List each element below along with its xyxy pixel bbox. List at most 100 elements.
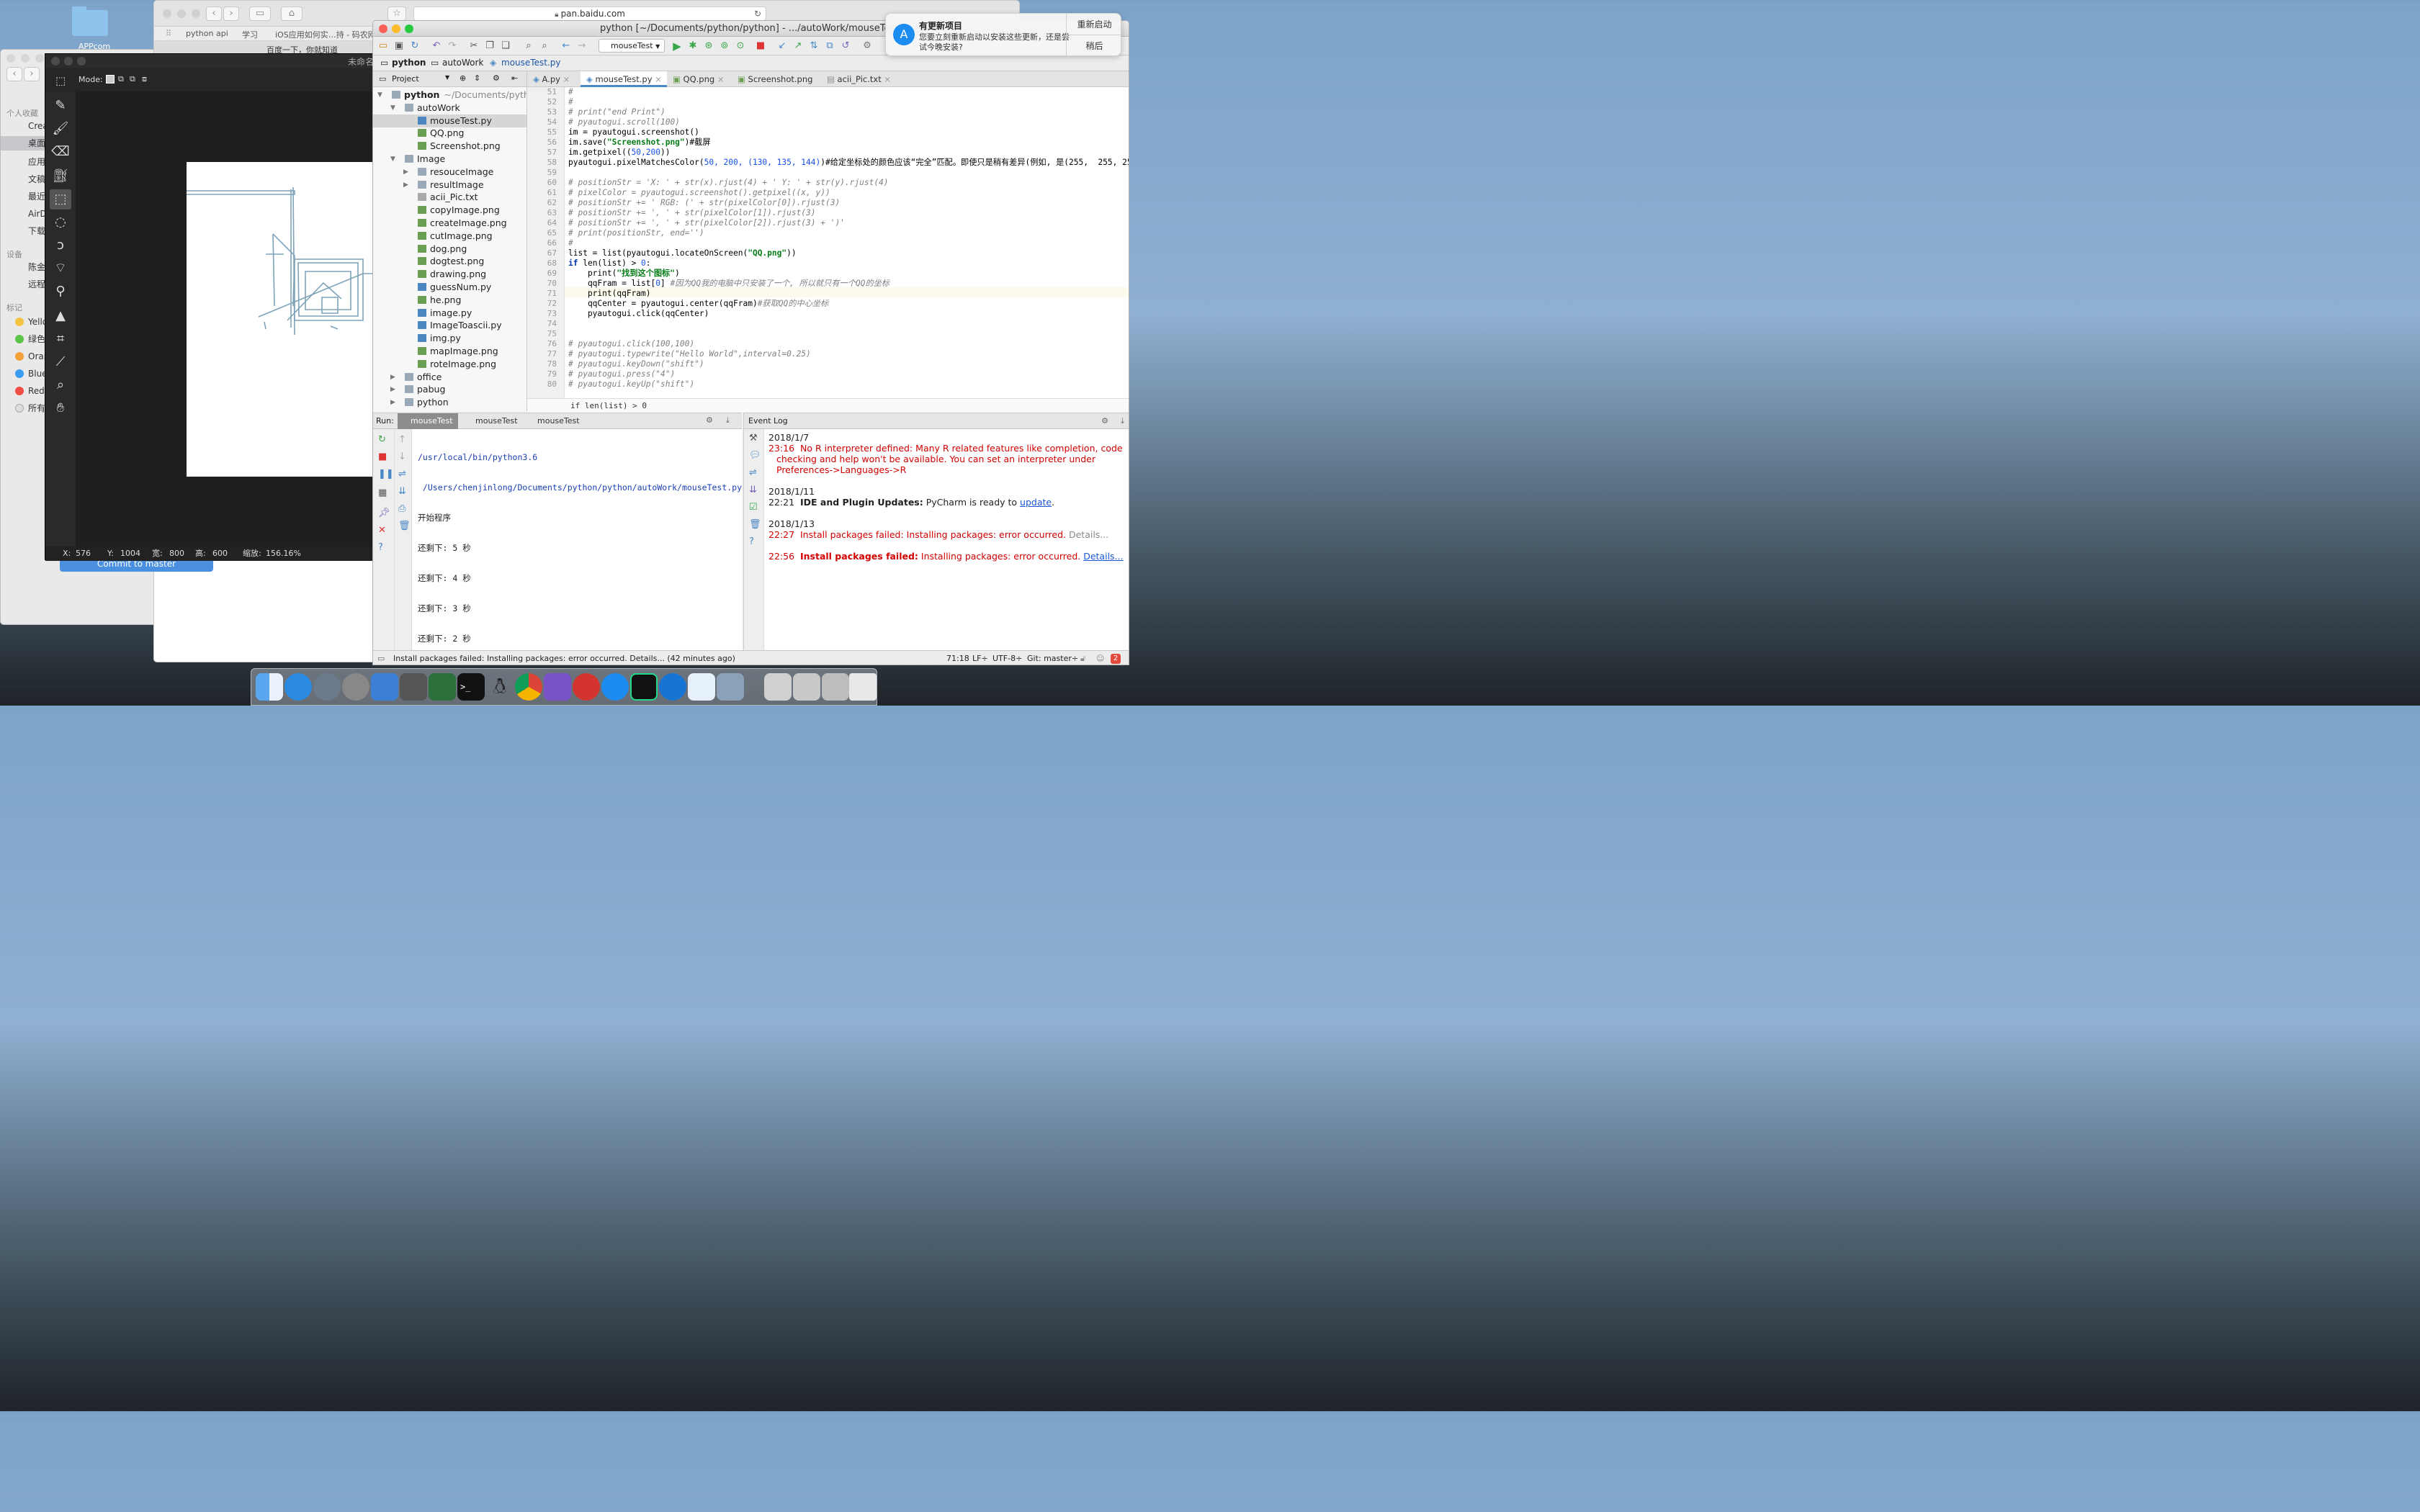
paint-zoom-button[interactable] xyxy=(77,57,86,66)
inspector-icon[interactable]: ☺ xyxy=(1096,651,1104,665)
finder-forward-button[interactable]: › xyxy=(24,67,40,81)
sidebar-toggle-icon[interactable]: ▭ xyxy=(249,6,271,21)
cut-icon[interactable]: ✂ xyxy=(468,40,480,52)
sidebar-tag-5[interactable]: 所有 xyxy=(12,401,45,415)
replace-icon[interactable]: ⌕ xyxy=(539,40,550,52)
browser-close-button[interactable] xyxy=(163,9,171,18)
paint-close-button[interactable] xyxy=(51,57,60,66)
nav-crumb-0[interactable]: python xyxy=(392,58,426,68)
rect-select-icon[interactable]: ⬚ xyxy=(50,189,71,210)
mode-replace-icon[interactable] xyxy=(106,75,115,84)
vcs-compare-icon[interactable]: ⇅ xyxy=(808,40,820,52)
concurrency-icon[interactable]: ⊙ xyxy=(735,40,746,52)
browser-forward-button[interactable]: › xyxy=(223,6,239,21)
paint-minimize-button[interactable] xyxy=(64,57,73,66)
code-breadcrumb[interactable]: if len(list) > 0 xyxy=(527,398,1129,413)
bookmark-2[interactable]: iOS应用如何实…持 - 码农网 xyxy=(275,29,376,40)
tree-item[interactable]: image.py xyxy=(418,307,472,320)
app-icon-red[interactable] xyxy=(573,673,600,701)
tab-screenshot-png[interactable]: ▣ Screenshot.png × xyxy=(732,71,821,100)
sidebar-item-docs[interactable]: 文稿 xyxy=(12,172,45,186)
tree-item[interactable]: acii_Pic.txt xyxy=(418,191,478,204)
code-editor[interactable]: # # # print("end Print") # pyautogui.scr… xyxy=(565,87,1129,398)
open-icon[interactable]: ▭ xyxy=(377,40,389,52)
expand-arrow-right-icon[interactable]: ▶ xyxy=(390,396,395,409)
home-icon[interactable]: ⌂ xyxy=(281,6,302,21)
downloads-stack-icon[interactable] xyxy=(793,673,820,701)
stop-icon[interactable]: ■ xyxy=(755,40,766,52)
find-icon[interactable]: ⌕ xyxy=(523,40,534,52)
terminal-icon[interactable]: >_ xyxy=(457,673,485,701)
finder-zoom-button[interactable] xyxy=(35,54,44,63)
hide-icon[interactable]: ⇤ xyxy=(511,73,518,83)
sidebar-item-apps[interactable]: 应用 xyxy=(12,155,45,169)
tree-item[interactable]: img.py xyxy=(418,332,461,345)
tree-item[interactable]: dogtest.png xyxy=(418,255,484,268)
expand-arrow-right-icon[interactable]: ▶ xyxy=(390,371,395,384)
tree-item[interactable]: dog.png xyxy=(418,243,467,256)
tree-item[interactable]: Image xyxy=(405,153,445,166)
feedback-icon[interactable] xyxy=(688,673,715,701)
help-icon[interactable]: ? xyxy=(749,537,754,547)
close-icon[interactable]: × xyxy=(655,74,662,84)
tab-mousetest-py[interactable]: ◈ mouseTest.py × xyxy=(581,71,667,87)
tree-item[interactable]: resultImage xyxy=(418,179,484,192)
run-config-select[interactable]: mouseTest ▼ xyxy=(599,39,665,53)
sidebar-item-airdrop[interactable]: AirD xyxy=(12,207,47,221)
chevron-down-icon[interactable]: ▼ xyxy=(445,74,449,81)
expand-arrow-right-icon[interactable]: ▶ xyxy=(390,409,395,411)
chrome-icon[interactable] xyxy=(515,673,542,701)
tree-item[interactable]: pabug xyxy=(405,383,445,396)
finder-minimize-button[interactable] xyxy=(21,54,30,63)
pin-icon[interactable]: 📌︎ xyxy=(378,508,390,518)
up-icon[interactable]: ↑ xyxy=(398,435,406,445)
details-link-gray[interactable]: Details... xyxy=(1066,529,1108,540)
cursor-position[interactable]: 71:18 xyxy=(946,651,969,665)
tree-item[interactable]: autoWork xyxy=(405,102,460,114)
pencil-icon[interactable]: ✎ xyxy=(50,96,71,116)
paste-icon[interactable]: ❑ xyxy=(500,40,511,52)
gear-icon[interactable]: ⚙ xyxy=(493,73,500,83)
bookmark-1[interactable]: 学习 xyxy=(242,29,258,40)
collapse-icon[interactable]: ⇕ xyxy=(474,73,480,83)
desktop-folder-icon[interactable] xyxy=(72,6,108,36)
tree-item[interactable]: cutImage.png xyxy=(418,230,493,243)
save-icon[interactable]: ▣ xyxy=(393,40,405,52)
hide-panel-icon[interactable]: ⤓ xyxy=(1121,413,1124,429)
crop-icon[interactable]: ⌗ xyxy=(50,329,71,349)
sidebar-tag-3[interactable]: Blue xyxy=(12,366,48,381)
run-tab-1[interactable]: mouseTest xyxy=(462,413,523,429)
tree-item[interactable]: python ~/Documents/python/ xyxy=(392,89,526,102)
tree-item[interactable]: guessNum.py xyxy=(418,281,491,294)
tree-item[interactable]: copyImage.png xyxy=(418,204,500,217)
line-separator[interactable]: LF÷ xyxy=(972,651,988,665)
restart-button[interactable]: 重新启动 xyxy=(1067,14,1122,35)
url-bar[interactable]: 🔒︎ pan.baidu.com ↻ xyxy=(413,6,766,21)
sync-icon[interactable]: ↻ xyxy=(409,40,421,52)
file-encoding[interactable]: UTF-8÷ xyxy=(992,651,1022,665)
expand-arrow-down-icon[interactable]: ▼ xyxy=(377,89,382,102)
vcs-history-icon[interactable]: ⧉ xyxy=(824,40,835,52)
tree-item[interactable]: createImage.png xyxy=(418,217,507,230)
balloon-icon[interactable]: 💬︎ xyxy=(749,451,761,461)
hand-icon[interactable]: ✋︎ xyxy=(50,398,71,418)
bookmark-0[interactable]: python api xyxy=(186,29,228,38)
close-icon[interactable]: × xyxy=(717,74,725,84)
project-label[interactable]: Project xyxy=(392,74,419,84)
profile-icon[interactable]: ⊚ xyxy=(719,40,730,52)
tree-item[interactable]: office xyxy=(405,371,442,384)
ide-zoom-button[interactable] xyxy=(405,24,413,33)
close-icon[interactable]: ✕ xyxy=(378,526,386,536)
eraser-icon[interactable]: ⌫ xyxy=(50,142,71,162)
mark-read-icon[interactable]: ☑ xyxy=(749,503,758,513)
brush-icon[interactable]: 🖌︎ xyxy=(50,119,71,139)
eyedropper-icon[interactable]: ⟋ xyxy=(50,352,71,372)
sidebar-tag-1[interactable]: 绿色 xyxy=(12,332,45,346)
rerun-icon[interactable]: ↻ xyxy=(378,435,386,445)
sidebar-tag-0[interactable]: Yello xyxy=(12,315,48,329)
paint-canvas[interactable] xyxy=(187,162,384,477)
document-stack-icon[interactable] xyxy=(764,673,792,701)
tree-item[interactable]: QQ.png xyxy=(418,127,464,140)
trash-icon[interactable]: 🗑︎ xyxy=(749,520,761,530)
tree-item[interactable]: mouseTest.py xyxy=(418,114,492,127)
